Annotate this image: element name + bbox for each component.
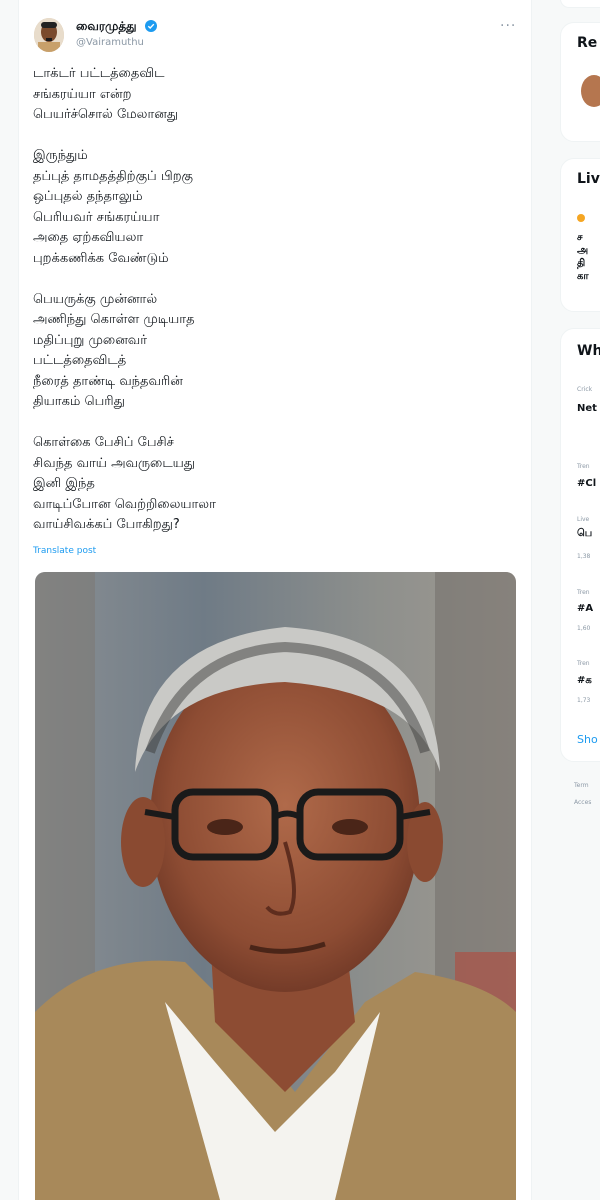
trend-category: Live xyxy=(577,516,590,523)
tweet-text: டாக்டர் பட்டத்தைவிட சங்கரய்யா என்ற பெயர்ச்… xyxy=(33,64,503,536)
live-text[interactable]: ச அ தி கா xyxy=(577,231,589,283)
tweet-text-line: பெரியவர் சங்கரய்யா xyxy=(33,209,160,225)
live-emoji-icon xyxy=(577,214,585,222)
author-handle[interactable]: @Vairamuthu xyxy=(76,37,144,48)
trend-category: Crick xyxy=(577,386,593,393)
footer-link[interactable]: Term xyxy=(574,782,589,789)
live-line: அ xyxy=(577,245,589,256)
tweet-text-line: பெயர்ச்சொல் மேலானது xyxy=(33,107,179,122)
search-box-edge[interactable] xyxy=(560,0,600,8)
trend-name[interactable]: #A xyxy=(577,603,593,614)
right-sidebar: Re Liv ச அ தி கா Wh Crick Net Tren #Cl L… xyxy=(560,0,600,1200)
tweet-text-line: நீரைத் தாண்டி வந்தவரின் xyxy=(33,373,183,389)
tweet-text-line: பட்டத்தைவிடத் xyxy=(33,353,127,368)
translate-post-link[interactable]: Translate post xyxy=(33,546,96,556)
trend-category: Tren xyxy=(577,660,590,667)
trend-category: Tren xyxy=(577,463,590,470)
tweet-text-line: வாடிப்போன வெற்றிலையாலா xyxy=(33,496,216,512)
live-line: கா xyxy=(577,271,589,282)
tweet-text-line: சிவந்த வாய் அவருடையது xyxy=(33,455,196,471)
trend-name[interactable]: #க xyxy=(577,675,592,687)
tweet-text-line: மதிப்புறு முனைவர் xyxy=(33,332,148,348)
live-box: Liv ச அ தி கா xyxy=(560,158,600,312)
tweet-text-line: டாக்டர் பட்டத்தைவிட xyxy=(33,66,165,81)
trend-name[interactable]: Net xyxy=(577,403,597,414)
trend-category: Tren xyxy=(577,589,590,596)
relevant-people-box: Re xyxy=(560,22,600,142)
verified-badge-icon xyxy=(144,20,157,32)
author-name[interactable]: வைரமுத்து xyxy=(76,19,157,35)
tweet-text-line: கொள்கை பேசிப் பேசிச் xyxy=(33,435,174,450)
show-more-link[interactable]: Sho xyxy=(577,733,598,746)
relevant-person-avatar[interactable] xyxy=(581,75,600,107)
tweet-text-line: இனி இந்த xyxy=(33,476,95,491)
tweet-text-line: ஒப்புதல் தந்தாலும் xyxy=(33,189,143,204)
footer-link[interactable]: Acces xyxy=(574,799,591,806)
tweet-text-line: தப்புத் தாமதத்திற்குப் பிறகு xyxy=(33,168,194,184)
tweet-photo[interactable] xyxy=(35,572,516,1200)
tweet-text-line: அணிந்து கொள்ள முடியாத xyxy=(33,312,195,327)
tweet-text-line: பெயருக்கு முன்னால் xyxy=(33,291,158,307)
live-line: ச xyxy=(577,232,583,243)
whats-happening-box: Wh Crick Net Tren #Cl Live பெ 1,38 Tren … xyxy=(560,328,600,762)
trend-count: 1,73 xyxy=(577,697,591,704)
trend-name[interactable]: பெ xyxy=(577,528,592,540)
tweet-text-line: புறக்கணிக்க வேண்டும் xyxy=(33,250,169,266)
tweet-text-line: சங்கரய்யா என்ற xyxy=(33,86,132,102)
more-options-icon[interactable]: ··· xyxy=(500,18,516,34)
trend-name[interactable]: #Cl xyxy=(577,478,596,489)
tweet-text-line: அதை ஏற்கவியலா xyxy=(33,230,144,245)
trend-count: 1,60 xyxy=(577,625,591,632)
whats-happening-title: Wh xyxy=(577,343,600,359)
live-title: Liv xyxy=(577,171,600,187)
trend-count: 1,38 xyxy=(577,553,591,560)
author-avatar[interactable] xyxy=(34,18,64,52)
tweet-text-line: தியாகம் பெரிது xyxy=(33,394,125,409)
relevant-people-title: Re xyxy=(577,35,598,51)
tweet-text-line: இருந்தும் xyxy=(33,148,88,163)
tweet-text-line: வாய்சிவக்கப் போகிறது? xyxy=(33,517,180,532)
author-name-text[interactable]: வைரமுத்து xyxy=(76,19,137,33)
live-line: தி xyxy=(577,258,586,269)
